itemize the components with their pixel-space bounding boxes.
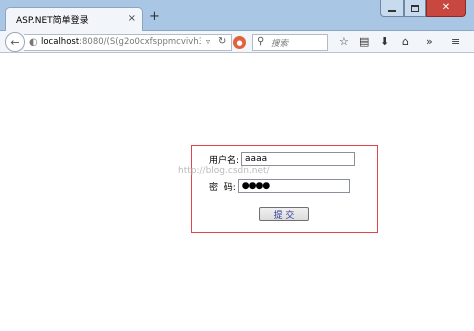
maximize-button[interactable] xyxy=(404,0,426,17)
minimize-icon xyxy=(388,9,396,12)
url-bar[interactable]: ◐ localhost:8080/(S(g2o0cxfsppmcvivh3ayx… xyxy=(24,34,232,51)
username-label: 用户名: xyxy=(209,155,240,166)
download-icon[interactable]: ⬇ xyxy=(380,35,389,49)
back-button[interactable]: ← xyxy=(5,32,25,52)
window-controls: ✕ xyxy=(380,0,466,17)
search-placeholder: 搜索 xyxy=(271,39,289,49)
url-path: :8080/(S(g2o0cxfsppmcvivh3ayxzv4x xyxy=(79,37,201,47)
search-bar[interactable]: ⚲ 搜索 xyxy=(252,34,328,51)
username-row: 用户名: aaaa xyxy=(209,152,356,166)
browser-tab[interactable]: ASP.NET简单登录 × xyxy=(5,7,143,31)
search-icon: ⚲ xyxy=(257,36,265,47)
search-engine-icon[interactable]: ● xyxy=(233,36,246,49)
watermark-text: http://blog.csdn.net/ xyxy=(178,166,270,176)
tab-title: ASP.NET简单登录 xyxy=(16,16,89,26)
clipboard-icon[interactable]: ▤ xyxy=(359,35,369,49)
close-window-button[interactable]: ✕ xyxy=(426,0,466,17)
menu-icon[interactable]: ≡ xyxy=(451,35,460,49)
home-icon[interactable]: ⌂ xyxy=(402,35,409,49)
new-tab-button[interactable]: + xyxy=(149,10,160,24)
reload-icon[interactable]: ↻ xyxy=(218,36,226,47)
url-dropdown-icon[interactable]: ▿ xyxy=(206,37,210,46)
password-label: 密 码: xyxy=(209,182,236,193)
url-text[interactable]: localhost:8080/(S(g2o0cxfsppmcvivh3ayxzv… xyxy=(41,37,201,47)
window-titlebar: ASP.NET简单登录 × + ✕ xyxy=(0,0,474,31)
close-icon: ✕ xyxy=(441,2,451,13)
overflow-icon[interactable]: » xyxy=(426,35,433,49)
url-host: localhost xyxy=(41,37,80,47)
globe-icon: ◐ xyxy=(29,37,38,48)
maximize-icon xyxy=(411,4,419,12)
password-row: 密 码: ●●●● xyxy=(209,179,350,193)
star-icon[interactable]: ☆ xyxy=(339,35,349,49)
password-input[interactable]: ●●●● xyxy=(237,179,350,193)
back-arrow-icon: ← xyxy=(10,35,20,49)
minimize-button[interactable] xyxy=(380,0,404,17)
username-input[interactable]: aaaa xyxy=(241,152,356,166)
submit-button[interactable]: 提 交 xyxy=(259,207,309,221)
navigation-toolbar: ◐ localhost:8080/(S(g2o0cxfsppmcvivh3ayx… xyxy=(0,31,474,53)
tab-close-icon[interactable]: × xyxy=(128,12,136,26)
